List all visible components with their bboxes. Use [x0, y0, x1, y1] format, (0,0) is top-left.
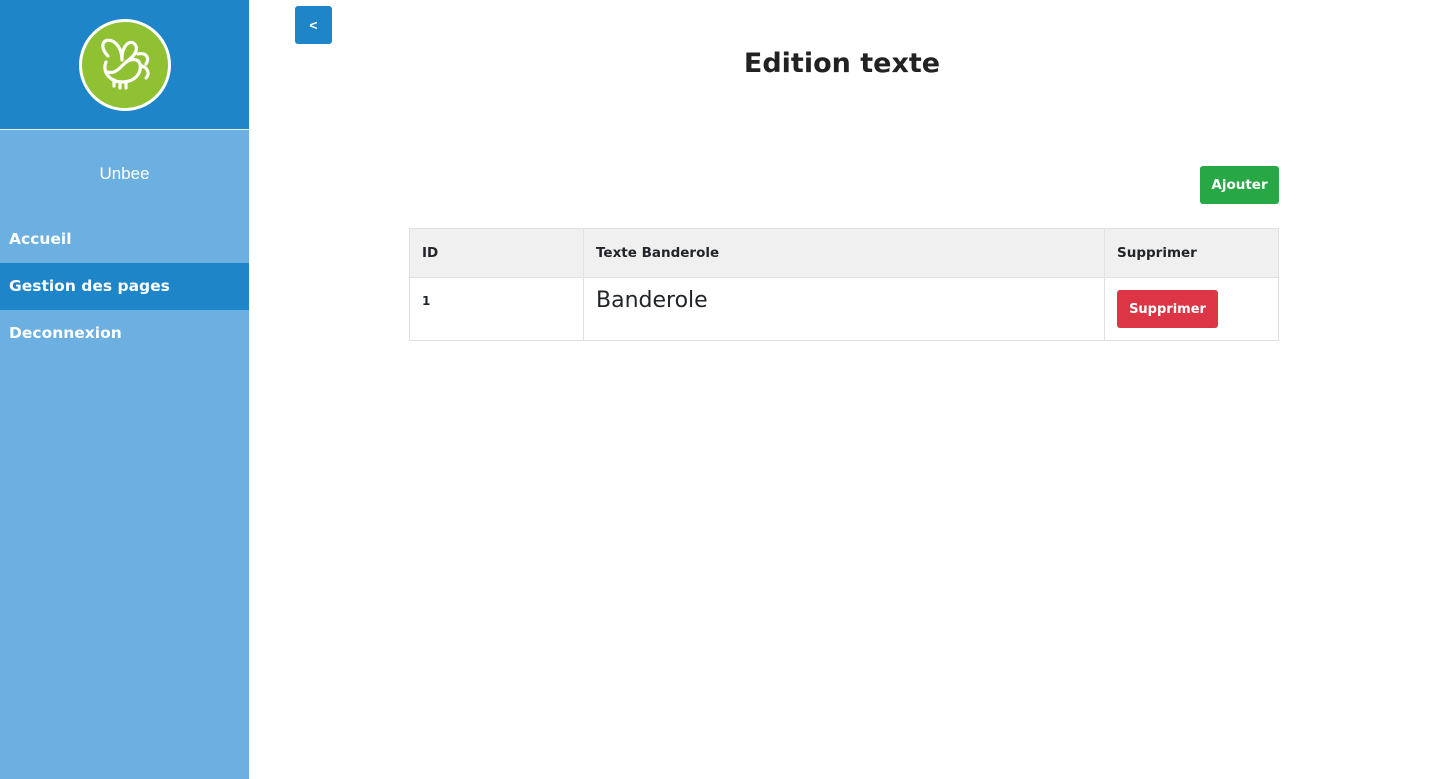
column-header-id: ID: [409, 228, 584, 278]
column-header-texte-banderole: Texte Banderole: [583, 228, 1105, 278]
sidebar-toggle-button[interactable]: <: [295, 6, 332, 44]
table-header-row: ID Texte Banderole Supprimer: [409, 228, 1279, 278]
sidebar: Unbee Accueil Gestion des pages Deconnex…: [0, 0, 249, 779]
add-button[interactable]: Ajouter: [1200, 166, 1279, 204]
sidebar-item-deconnexion[interactable]: Deconnexion: [0, 310, 249, 357]
sidebar-item-accueil[interactable]: Accueil: [0, 216, 249, 263]
banner-text-table: ID Texte Banderole Supprimer 1 Banderole…: [409, 228, 1279, 341]
row-id: 1: [409, 277, 584, 341]
bee-icon: [100, 38, 150, 90]
sidebar-item-gestion-des-pages[interactable]: Gestion des pages: [0, 263, 249, 310]
row-banner-text: Banderole: [583, 277, 1105, 341]
row-action-cell: Supprimer: [1104, 277, 1279, 341]
brand-name: Unbee: [99, 164, 150, 183]
sidebar-nav: Accueil Gestion des pages Deconnexion: [0, 216, 249, 357]
chevron-left-icon: <: [309, 17, 318, 33]
delete-button[interactable]: Supprimer: [1117, 290, 1218, 328]
table-row: 1 Banderole Supprimer: [409, 277, 1279, 341]
bee-logo-icon[interactable]: [78, 18, 171, 111]
column-header-supprimer: Supprimer: [1104, 228, 1279, 278]
page-title: Edition texte: [743, 48, 941, 79]
sidebar-header: [0, 0, 249, 130]
